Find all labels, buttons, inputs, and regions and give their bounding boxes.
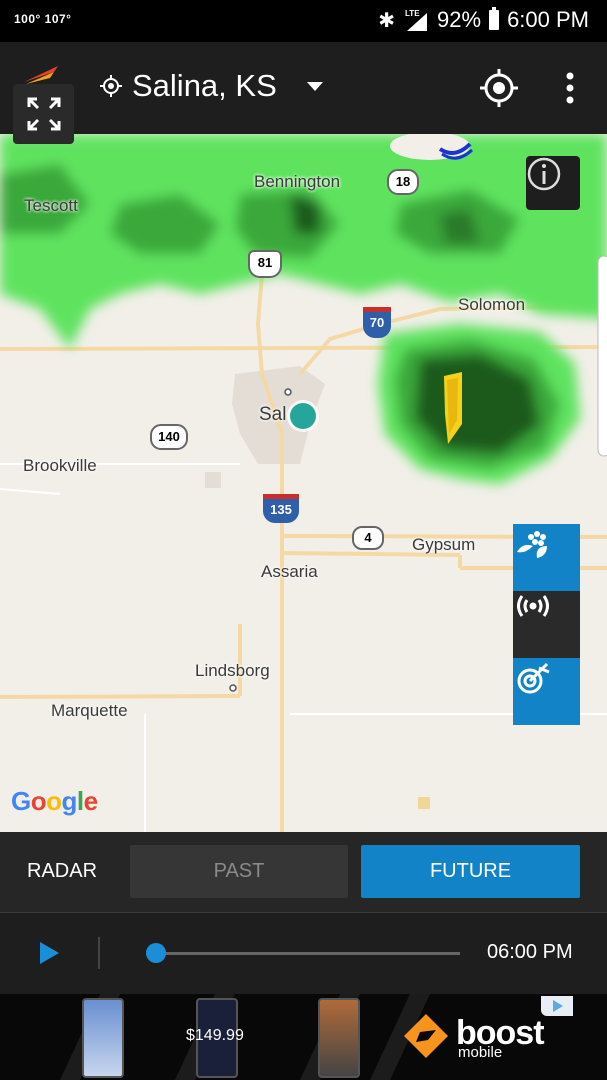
playback-bar: 06:00 PM bbox=[0, 912, 607, 995]
map-label-salina: Sal bbox=[259, 404, 287, 425]
clock: 6:00 PM bbox=[507, 7, 589, 32]
boost-logo-icon bbox=[404, 1014, 448, 1058]
broadcast-icon bbox=[517, 595, 549, 617]
map-label-gypsum: Gypsum bbox=[412, 535, 476, 554]
divider bbox=[98, 937, 100, 969]
bluetooth-icon: ✱ bbox=[378, 9, 396, 32]
location-name: Salina, KS bbox=[132, 68, 277, 103]
location-target-icon bbox=[100, 75, 122, 97]
phone-image bbox=[82, 998, 124, 1078]
map-label-assaria: Assaria bbox=[261, 562, 318, 581]
ad-price: $149.99 bbox=[186, 1027, 244, 1044]
google-logo: Google bbox=[11, 786, 98, 816]
more-options-button[interactable] bbox=[560, 72, 580, 104]
storm-spiral-icon bbox=[517, 662, 550, 694]
lte-signal-icon: LTE bbox=[403, 9, 429, 31]
adchoices-icon[interactable] bbox=[541, 996, 573, 1016]
battery-percent: 92% bbox=[437, 7, 482, 32]
past-button[interactable]: PAST bbox=[130, 845, 348, 898]
highway-shield-k4: 4 bbox=[352, 526, 384, 550]
ad-brand-sub: mobile bbox=[458, 1044, 503, 1061]
play-button[interactable] bbox=[40, 942, 59, 964]
timeline-time: 06:00 PM bbox=[487, 941, 573, 963]
pollen-layer-button[interactable] bbox=[513, 524, 580, 591]
pollen-flower-icon bbox=[517, 531, 547, 558]
timeline-slider[interactable] bbox=[156, 952, 460, 955]
map-label-brookville: Brookville bbox=[23, 456, 97, 475]
my-location-button[interactable] bbox=[480, 69, 518, 107]
map-label-solomon: Solomon bbox=[458, 295, 526, 314]
ad-banner[interactable]: $149.99 boost mobile bbox=[0, 994, 607, 1080]
info-button[interactable] bbox=[526, 156, 580, 210]
radar-label: RADAR bbox=[27, 860, 98, 882]
status-bar: 100° 107° ✱ LTE 92% 6:00 PM bbox=[0, 0, 607, 42]
fullscreen-button[interactable] bbox=[13, 84, 74, 144]
map-label-marquette: Marquette bbox=[51, 701, 128, 720]
highway-shield-i135: 135 bbox=[263, 494, 299, 523]
highway-shield-i70: 70 bbox=[363, 307, 391, 338]
radar-layer-button[interactable] bbox=[513, 591, 580, 658]
radar-mode-bar: RADAR PAST FUTURE bbox=[0, 832, 607, 912]
map-label-lindsborg: Lindsborg bbox=[195, 661, 270, 680]
battery-icon bbox=[489, 7, 500, 30]
storm-tracker-button[interactable] bbox=[513, 658, 580, 725]
app-bar: Salina, KS bbox=[0, 42, 607, 134]
highway-shield-us81: 81 bbox=[248, 250, 282, 278]
highway-shield-k18: 18 bbox=[387, 169, 419, 195]
phone-image bbox=[318, 998, 360, 1078]
map-label-tescott: Tescott bbox=[24, 196, 78, 215]
map-canvas bbox=[0, 134, 607, 832]
expand-icon bbox=[27, 97, 60, 131]
map-label-bennington: Bennington bbox=[254, 172, 341, 191]
info-icon bbox=[527, 157, 561, 191]
location-selector[interactable]: Salina, KS bbox=[100, 68, 323, 104]
radar-map[interactable]: Tescott Bennington Solomon Sal Brookvill… bbox=[0, 134, 607, 832]
timeline-slider-thumb[interactable] bbox=[146, 943, 166, 963]
app-logo-icon bbox=[24, 66, 58, 84]
temperature-readout: 100° 107° bbox=[14, 12, 72, 26]
dropdown-caret-icon bbox=[306, 81, 323, 91]
future-button[interactable]: FUTURE bbox=[361, 845, 580, 898]
highway-shield-k140: 140 bbox=[150, 424, 188, 450]
